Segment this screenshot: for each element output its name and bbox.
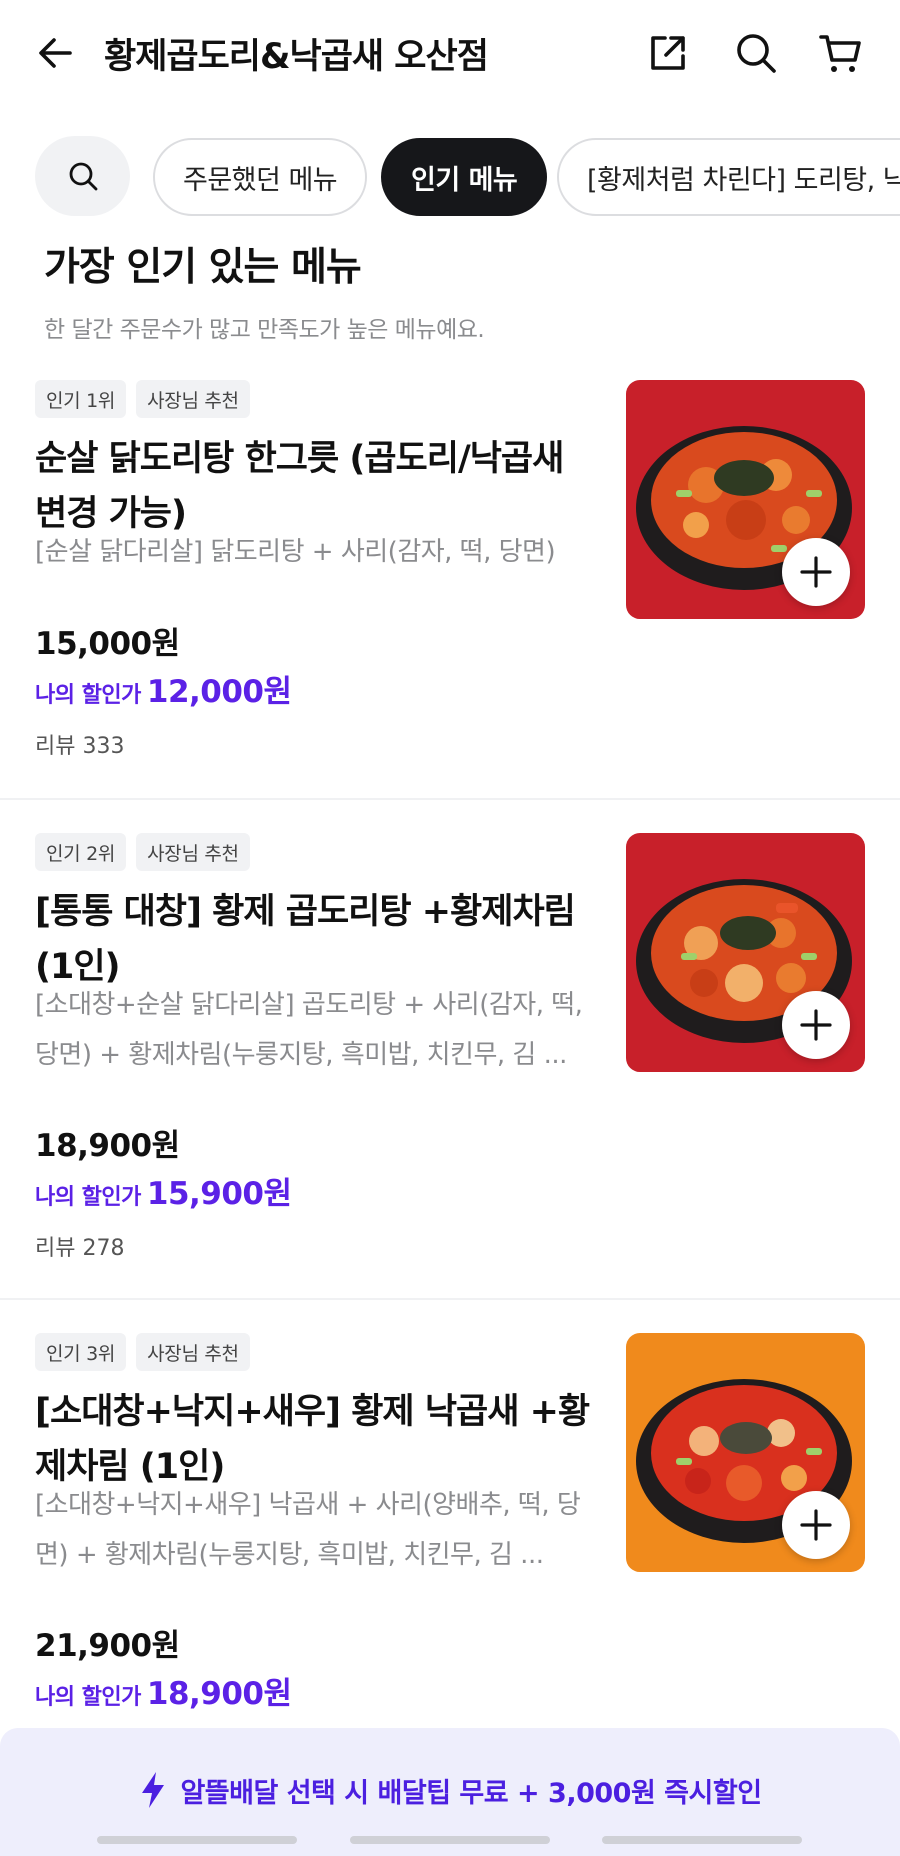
store-title: 황제곱도리&낙곱새 오산점 [104,37,489,77]
discount-row: 나의 할인가 12,000원 [35,666,292,711]
review-count[interactable]: 리뷰 278 [35,1230,124,1262]
add-to-cart-button[interactable] [782,991,850,1059]
promo-content: 알뜰배달 선택 시 배달팁 무료 + 3,000원 즉시할인 [0,1770,900,1810]
item-description: [소대창+순살 닭다리살] 곱도리탕 + 사리(감자, 떡, 당면) + 황제차… [35,990,583,1070]
menu-item[interactable]: 인기 1위 사장님 추천 순살 닭도리탕 한그릇 (곱도리/낙곱새 변경 가능)… [0,380,900,800]
app-header: 황제곱도리&낙곱새 오산점 [0,0,900,110]
gesture-bar-segment [97,1836,297,1844]
discount-label: 나의 할인가 [35,1685,141,1710]
search-icon [69,162,97,191]
item-description: [순살 닭다리살] 닭도리탕 + 사리(감자, 떡, 당면) [35,537,556,567]
rank-badge: 인기 2위 [35,833,127,871]
discount-row: 나의 할인가 15,900원 [35,1168,292,1213]
back-arrow-icon[interactable] [34,30,80,76]
discount-price: 12,000원 [146,674,292,710]
item-divider [0,1298,900,1300]
recommend-badge: 사장님 추천 [136,1333,250,1371]
item-price: 21,900원 [35,1628,180,1664]
chip-emperor-set[interactable]: [황제처럼 차린다] 도리탕, 낙 [557,138,900,216]
recommend-badge: 사장님 추천 [136,380,250,418]
item-price: 18,900원 [35,1128,180,1164]
search-icon[interactable] [733,30,779,76]
discount-price: 18,900원 [146,1676,292,1712]
gesture-bar-segment [350,1836,550,1844]
add-to-cart-button[interactable] [782,1491,850,1559]
gesture-bar-segment [602,1836,802,1844]
discount-price: 15,900원 [146,1176,292,1212]
menu-item[interactable]: 인기 2위 사장님 추천 [통통 대창] 황제 곱도리탕 +황제차림 (1인) … [0,833,900,1261]
plus-icon [800,1009,832,1041]
item-divider [0,798,900,800]
rank-badge: 인기 1위 [35,380,127,418]
gesture-bar [0,1836,900,1846]
badge-group: 인기 2위 사장님 추천 [35,833,250,871]
recommend-badge: 사장님 추천 [136,833,250,871]
cart-icon[interactable] [818,30,864,76]
section-title: 가장 인기 있는 메뉴 [44,245,362,290]
menu-item[interactable]: 인기 3위 사장님 추천 [소대창+낙지+새우] 황제 낙곱새 +황제차림 (1… [0,1333,900,1728]
badge-group: 인기 3위 사장님 추천 [35,1333,250,1371]
item-description: [소대창+낙지+새우] 낙곱새 + 사리(양배추, 떡, 당면) + 황제차림(… [35,1490,581,1570]
item-name: [통통 대창] 황제 곱도리탕 +황제차림 (1인) [35,892,576,987]
section-subtitle: 한 달간 주문수가 많고 만족도가 높은 메뉴예요. [44,317,485,343]
item-price: 15,000원 [35,626,180,662]
discount-label: 나의 할인가 [35,1185,141,1210]
chip-popular-menu[interactable]: 인기 메뉴 [381,138,548,216]
promo-text: 알뜰배달 선택 시 배달팁 무료 + 3,000원 즉시할인 [180,1777,762,1809]
badge-group: 인기 1위 사장님 추천 [35,380,250,418]
add-to-cart-button[interactable] [782,538,850,606]
chip-ordered-menu[interactable]: 주문했던 메뉴 [153,138,368,216]
category-chips: 주문했던 메뉴 인기 메뉴 [황제처럼 차린다] 도리탕, 낙 [0,136,900,218]
discount-row: 나의 할인가 18,900원 [35,1668,292,1713]
share-icon[interactable] [645,30,691,76]
item-name: [소대창+낙지+새우] 황제 낙곱새 +황제차림 (1인) [35,1392,590,1487]
lightning-icon [142,1772,165,1808]
plus-icon [800,1509,832,1541]
review-count[interactable]: 리뷰 333 [35,728,124,760]
plus-icon [800,556,832,588]
menu-search-button[interactable] [35,136,130,216]
rank-badge: 인기 3위 [35,1333,127,1371]
item-name: 순살 닭도리탕 한그릇 (곱도리/낙곱새 변경 가능) [35,439,564,534]
discount-label: 나의 할인가 [35,683,141,708]
